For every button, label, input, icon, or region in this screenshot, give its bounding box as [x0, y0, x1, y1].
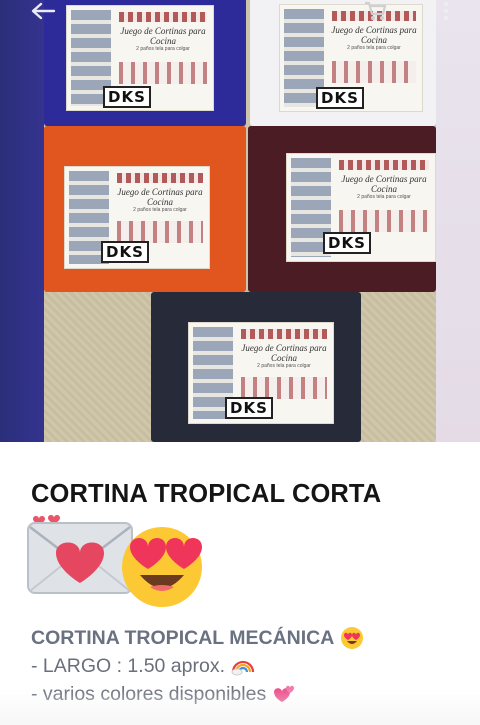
brand-logo: DKS [316, 87, 364, 109]
rainbow-icon [231, 660, 255, 676]
arrow-left-icon [31, 2, 56, 20]
wall-background [436, 0, 480, 442]
length-line: - LARGO : 1.50 aprox. [31, 655, 226, 677]
more-vertical-icon [443, 1, 449, 21]
package-label: Juego de Cortinas para Cocina 2 paños te… [279, 4, 423, 112]
package-label: Juego de Cortinas para Cocina 2 paños te… [64, 166, 210, 269]
heart-eyes-icon [341, 627, 364, 649]
product-title: CORTINA TROPICAL CORTA [31, 480, 382, 508]
love-letter-icon [27, 522, 133, 594]
brand-logo: DKS [323, 232, 371, 254]
cart-button[interactable] [360, 0, 390, 22]
description-title: CORTINA TROPICAL MECÁNICA [31, 627, 335, 649]
brand-logo: DKS [103, 86, 151, 108]
back-button[interactable] [28, 0, 58, 22]
heart-eyes-icon [122, 527, 202, 607]
package-label: Juego de Cortinas para Cocina 2 paños te… [188, 322, 334, 424]
package-label: Juego de Cortinas para Cocina 2 paños te… [286, 153, 436, 262]
brand-logo: DKS [101, 241, 149, 263]
shopping-cart-icon [365, 1, 387, 20]
package-label: Juego de Cortinas para Cocina 2 paños te… [66, 5, 214, 111]
brand-logo: DKS [225, 397, 273, 419]
scroll-fade [0, 688, 480, 725]
more-options-button[interactable] [438, 0, 454, 22]
emoji-row [27, 515, 202, 607]
product-photo[interactable]: Juego de Cortinas para Cocina 2 paños te… [0, 0, 480, 442]
